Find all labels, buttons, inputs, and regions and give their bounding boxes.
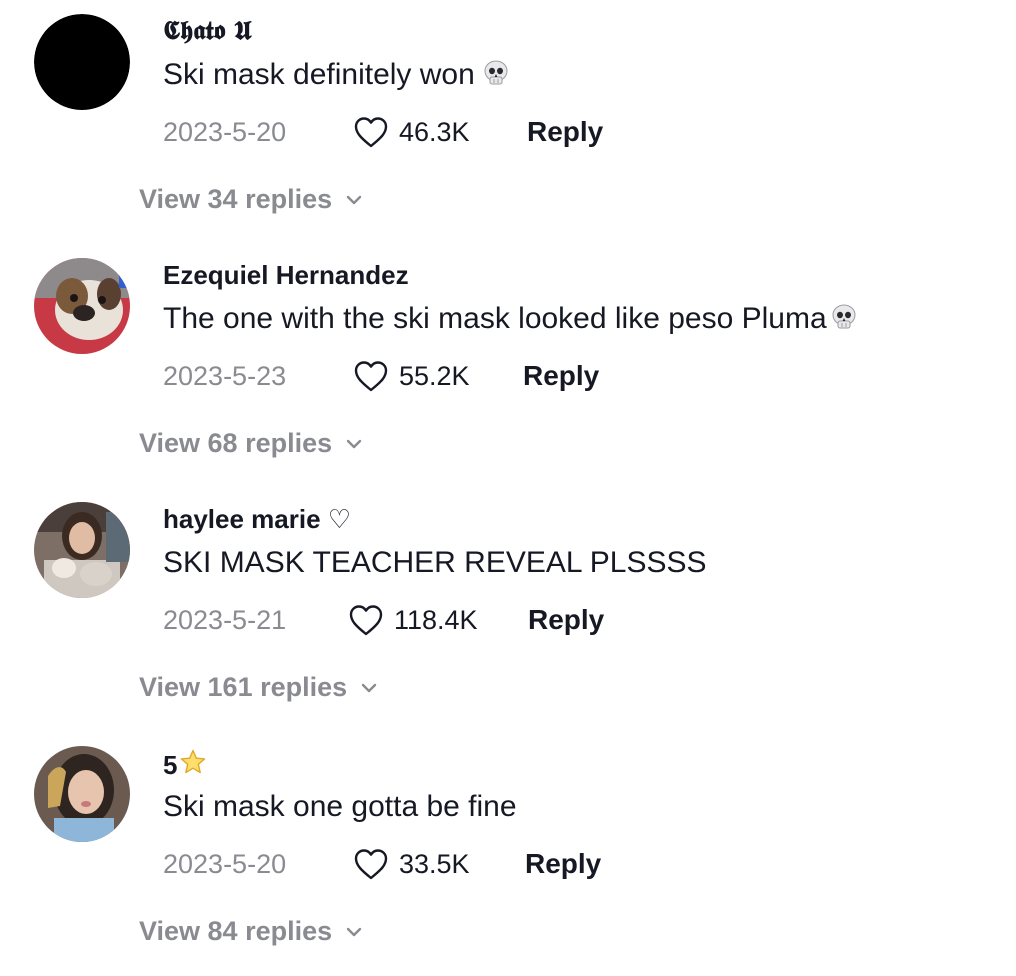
view-replies-label: View 161 replies: [139, 672, 348, 702]
view-replies-label: View 84 replies: [139, 916, 333, 946]
like-button[interactable]: 46.3K: [353, 115, 527, 149]
view-replies-label: View 34 replies: [139, 184, 333, 214]
comment-text: Ski mask one gotta be fine: [163, 790, 517, 823]
view-replies-button[interactable]: View 34 replies: [139, 184, 364, 215]
view-replies-label: View 68 replies: [139, 428, 333, 458]
comment-username-row[interactable]: 5: [163, 748, 207, 781]
comment-meta: 2023-5-21 118.4K Reply: [163, 602, 604, 638]
like-button[interactable]: 118.4K: [348, 603, 528, 637]
comment-username: 5: [163, 750, 178, 780]
reply-button[interactable]: Reply: [525, 848, 601, 880]
reply-button[interactable]: Reply: [527, 116, 603, 148]
like-count: 33.5K: [399, 848, 470, 879]
comment-meta: 2023-5-20 46.3K Reply: [163, 114, 603, 150]
avatar[interactable]: [34, 502, 130, 598]
heart-outline-icon: [354, 117, 388, 148]
star-emoji-icon: [179, 748, 207, 776]
skull-emoji-icon: [829, 302, 859, 332]
comment-item: 5 Ski mask one gotta be fine 2023-5-20 3…: [0, 732, 1016, 976]
chevron-down-icon: [346, 439, 362, 448]
comment-date: 2023-5-21: [163, 604, 287, 635]
heart-outline-icon: [354, 849, 388, 880]
chevron-down-icon: [346, 195, 362, 204]
like-button[interactable]: 33.5K: [353, 847, 525, 881]
like-count: 55.2K: [399, 360, 470, 391]
view-replies-button[interactable]: View 161 replies: [139, 672, 379, 703]
like-count: 46.3K: [399, 116, 470, 147]
heart-outline-icon: [354, 361, 388, 392]
avatar[interactable]: [34, 746, 130, 842]
comment-text-row: The one with the ski mask looked like pe…: [163, 302, 859, 336]
skull-emoji-icon: [481, 58, 511, 88]
reply-button[interactable]: Reply: [528, 604, 604, 636]
comment-username[interactable]: haylee marie ♡: [163, 504, 351, 535]
reply-button[interactable]: Reply: [523, 360, 599, 392]
comment-meta: 2023-5-20 33.5K Reply: [163, 846, 601, 882]
comment-meta: 2023-5-23 55.2K Reply: [163, 358, 599, 394]
comment-date: 2023-5-20: [163, 848, 287, 879]
comment-username[interactable]: Ezequiel Hernandez: [163, 260, 409, 291]
chevron-down-icon: [346, 927, 362, 936]
comment-username[interactable]: 𝕮𝖍𝖆𝖙𝖔 𝖀: [163, 16, 252, 47]
view-replies-button[interactable]: View 84 replies: [139, 916, 364, 947]
heart-outline-icon: [349, 605, 383, 636]
comment-date: 2023-5-20: [163, 116, 287, 147]
comment-item: haylee marie ♡ SKI MASK TEACHER REVEAL P…: [0, 488, 1016, 732]
comment-text-row: Ski mask one gotta be fine: [163, 790, 517, 824]
avatar[interactable]: [34, 258, 130, 354]
avatar[interactable]: [34, 14, 130, 110]
chevron-down-icon: [361, 683, 377, 692]
comment-item: 𝕮𝖍𝖆𝖙𝖔 𝖀 Ski mask definitely won 2023-5-2…: [0, 0, 1016, 244]
like-button[interactable]: 55.2K: [353, 359, 523, 393]
comment-text-row: Ski mask definitely won: [163, 58, 511, 92]
comment-text: SKI MASK TEACHER REVEAL PLSSSS: [163, 546, 707, 579]
comment-text: Ski mask definitely won: [163, 58, 475, 91]
comment-item: Ezequiel Hernandez The one with the ski …: [0, 244, 1016, 488]
comment-date: 2023-5-23: [163, 360, 287, 391]
view-replies-button[interactable]: View 68 replies: [139, 428, 364, 459]
comment-text: The one with the ski mask looked like pe…: [163, 302, 827, 335]
like-count: 118.4K: [394, 604, 478, 635]
comment-text-row: SKI MASK TEACHER REVEAL PLSSSS: [163, 546, 707, 580]
